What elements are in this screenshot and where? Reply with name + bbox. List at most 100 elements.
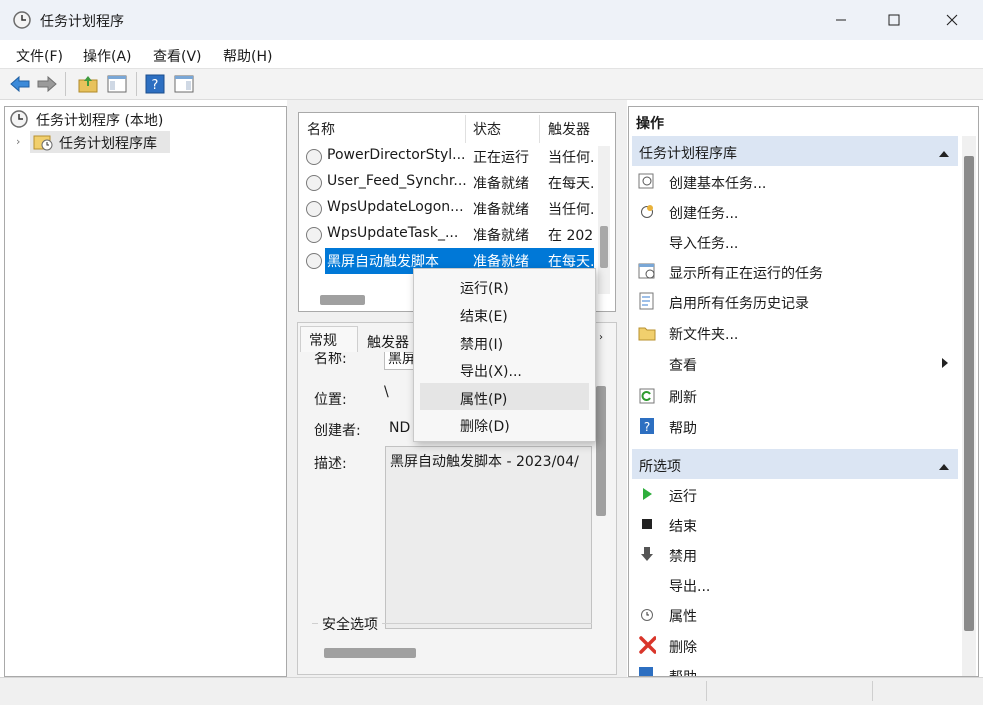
tab-triggers[interactable]: 触发器 [367,332,409,352]
location-value: \ [384,384,389,400]
location-label: 位置: [314,392,347,408]
show-hide-console-tree-button[interactable] [105,72,129,96]
console-tree-pane [4,106,287,677]
back-button[interactable] [8,72,32,96]
author-label: 创建者: [314,423,361,439]
action-end[interactable]: 结束 [669,516,697,536]
action-import-task[interactable]: 导入任务... [669,233,738,253]
task-library-folder-icon [33,133,53,155]
refresh-icon [638,387,656,405]
submenu-arrow-icon [941,357,949,373]
action-view[interactable]: 查看 [669,355,697,375]
task-name: User_Feed_Synchr... [327,173,467,189]
detail-vertical-scroll-thumb[interactable] [596,386,606,516]
action-disable[interactable]: 禁用 [669,546,697,566]
delete-icon [638,636,656,654]
action-create-task[interactable]: 创建任务... [669,203,738,223]
up-folder-button[interactable] [76,72,100,96]
action-help[interactable]: 帮助 [669,418,697,438]
tab-scroll-right-icon[interactable]: › [599,332,603,343]
author-value: ND [389,420,411,436]
description-value: 黑屏自动触发脚本 - 2023/04/ [390,454,579,470]
task-scheduler-local-icon [9,109,29,133]
context-end[interactable]: 结束(E) [460,306,508,326]
task-status: 准备就绪 [473,202,529,218]
menu-view[interactable]: 查看(V) [153,46,202,66]
action-delete[interactable]: 删除 [669,637,697,657]
actions-scroll-thumb[interactable] [964,156,974,631]
action-run[interactable]: 运行 [669,486,697,506]
task-status: 正在运行 [473,150,529,166]
context-properties[interactable]: 属性(P) [460,389,507,409]
action-refresh[interactable]: 刷新 [669,387,697,407]
collapse-up-icon[interactable] [938,146,950,162]
tree-root[interactable]: 任务计划程序 (本地) [36,110,163,130]
description-textarea[interactable] [385,446,592,629]
menu-file[interactable]: 文件(F) [16,46,63,66]
end-icon [638,515,656,533]
context-export[interactable]: 导出(X)... [460,361,522,381]
toolbar-separator [136,72,137,96]
action-pane-icon [174,75,194,93]
tree-expand-chevron-icon[interactable]: › [16,135,20,148]
help-icon [638,666,654,676]
column-header-status[interactable]: 状态 [473,119,501,139]
collapse-up-icon[interactable] [938,459,950,475]
tree-item-task-library[interactable]: 任务计划程序库 [59,133,157,153]
create-basic-task-icon [638,172,656,190]
column-header-name[interactable]: 名称 [307,119,335,139]
description-label: 描述: [314,456,347,472]
task-status: 准备就绪 [473,176,529,192]
menu-action[interactable]: 操作(A) [83,46,132,66]
table-row[interactable]: User_Feed_Synchr... 准备就绪 在每天... [300,170,594,196]
back-arrow-icon [10,75,30,93]
tab-general-label: 常规 [309,333,337,349]
show-hide-action-pane-button[interactable] [172,72,196,96]
close-icon [946,14,958,26]
context-run[interactable]: 运行(R) [460,278,509,298]
action-new-folder[interactable]: 新文件夹... [669,324,738,344]
actions-header: 操作 [636,116,664,132]
forward-button[interactable] [35,72,59,96]
table-row[interactable]: WpsUpdateLogon... 准备就绪 当任何... [300,196,594,222]
context-delete[interactable]: 删除(D) [460,416,510,436]
action-enable-all-history[interactable]: 启用所有任务历史记录 [669,293,809,313]
help-toolbar-button[interactable]: ? [143,72,167,96]
context-disable[interactable]: 禁用(I) [460,334,503,354]
maximize-button[interactable] [869,0,919,40]
action-display-running-tasks[interactable]: 显示所有正在运行的任务 [669,263,823,283]
security-options-label: 安全选项 [318,614,382,634]
close-button[interactable] [927,0,977,40]
task-clock-icon [306,201,322,217]
list-vertical-scrollbar[interactable] [598,146,610,294]
status-divider [706,681,707,701]
table-row[interactable]: WpsUpdateTask_... 准备就绪 在 202... [300,222,594,248]
section-title-selected-item: 所选项 [639,459,681,475]
list-horizontal-scroll-thumb[interactable] [320,295,365,305]
status-divider [872,681,873,701]
action-properties[interactable]: 属性 [669,606,697,626]
create-task-icon [638,203,656,221]
column-header-trigger[interactable]: 触发器 [548,119,590,139]
task-clock-icon [306,227,322,243]
task-trigger: 当任何... [548,202,594,218]
task-trigger: 在 202... [548,228,594,244]
minimize-button[interactable] [816,0,866,40]
task-scheduler-icon [12,10,32,30]
window-title: 任务计划程序 [40,14,124,30]
table-row[interactable]: PowerDirectorStyl... 正在运行 当任何... [300,144,594,170]
task-clock-icon [306,253,322,269]
task-status: 准备就绪 [473,228,529,244]
svg-text:?: ? [152,78,159,93]
run-icon [638,485,656,503]
list-scroll-thumb[interactable] [600,226,608,268]
name-value: 黑屏 [388,352,416,367]
action-create-basic-task[interactable]: 创建基本任务... [669,173,766,193]
action-export[interactable]: 导出... [669,576,710,596]
task-clock-icon [306,175,322,191]
menu-help[interactable]: 帮助(H) [223,46,272,66]
column-divider [465,115,466,143]
toolbar-separator [65,72,66,96]
action-help-selected[interactable]: 帮助 [669,667,697,676]
detail-horizontal-scroll-thumb[interactable] [324,648,416,658]
